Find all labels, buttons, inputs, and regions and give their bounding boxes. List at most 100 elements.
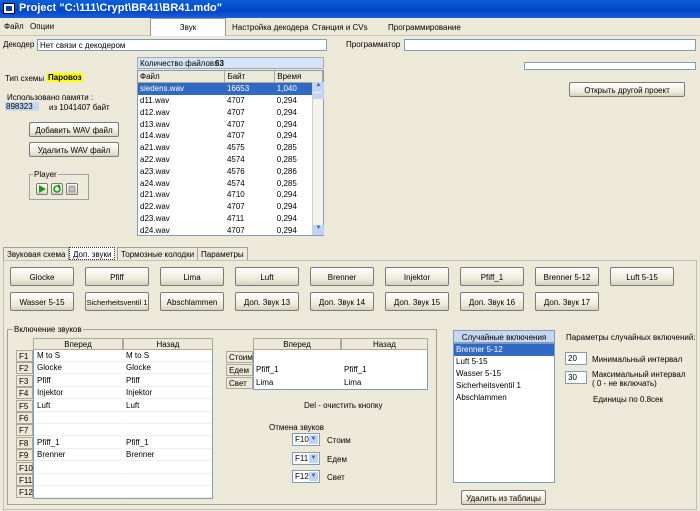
stop-button[interactable] (66, 183, 78, 195)
sound-button-extra-14[interactable]: Доп. Звук 14 (310, 292, 374, 311)
table-row[interactable]: d23.wav 4711 0,294 (138, 213, 323, 225)
sound-button-wasser-5-15[interactable]: Wasser 5-15 (10, 292, 74, 311)
menu-options[interactable]: Опции (30, 22, 54, 31)
table-row[interactable]: a24.wav 4574 0,285 (138, 177, 323, 189)
state-cell-back[interactable]: Lima (342, 377, 427, 389)
files-scrollbar[interactable]: ▲ ▼ (312, 82, 324, 235)
inclusion-cell-forward[interactable] (35, 486, 122, 499)
table-row[interactable]: d13.wav 4707 0,294 (138, 118, 323, 130)
table-row[interactable]: a23.wav 4576 0,286 (138, 165, 323, 177)
tab-sound[interactable]: Звук (150, 18, 226, 36)
subtab-extra-sounds[interactable]: Доп. звуки (69, 247, 116, 260)
cancel-select-go[interactable]: F11 (292, 452, 320, 465)
random-list[interactable]: Brenner 5-12 Luft 5-15 Wasser 5-15 Siche… (453, 343, 555, 483)
list-item[interactable]: Luft 5-15 (454, 356, 554, 368)
max-interval-input[interactable]: 30 (565, 371, 587, 384)
tab-programming[interactable]: Программирование (388, 23, 461, 32)
list-item[interactable]: Abschlammen (454, 392, 554, 404)
table-row[interactable]: d14.wav 4707 0,294 (138, 130, 323, 142)
subtab-params[interactable]: Параметры (197, 247, 248, 260)
state-cell-forward[interactable] (254, 351, 340, 363)
list-item[interactable]: Wasser 5-15 (454, 368, 554, 380)
files-header-name[interactable]: Файл (138, 71, 226, 84)
inclusion-cell-forward[interactable]: Pfiff (35, 375, 122, 387)
table-row[interactable]: siedens.wav 16653 1,040 (138, 82, 323, 95)
list-item[interactable]: Brenner 5-12 (454, 344, 554, 356)
sound-button-pfiff[interactable]: Pfiff (85, 267, 149, 286)
subtab-brakes[interactable]: Тормозные колодки (117, 247, 199, 260)
inclusion-cell-forward[interactable] (35, 474, 122, 486)
sound-button-pfiff-1[interactable]: Pfiff_1 (460, 267, 524, 286)
tab-station-cvs[interactable]: Станция и CVs (312, 23, 368, 32)
inclusion-cell-back[interactable]: Glocke (124, 362, 212, 375)
inclusion-header-forward: Вперед (33, 338, 123, 350)
inclusion-cell-back[interactable]: Injektor (124, 387, 212, 400)
inclusion-cell-forward[interactable]: Glocke (35, 362, 122, 375)
min-interval-input[interactable]: 20 (565, 352, 587, 365)
inclusion-cell-back[interactable] (124, 486, 212, 499)
inclusion-cell-forward[interactable]: Pfiff_1 (35, 437, 122, 449)
sound-button-extra-15[interactable]: Доп. Звук 15 (385, 292, 449, 311)
open-project-button[interactable]: Открыть другой проект (569, 82, 685, 97)
play-icon (39, 185, 46, 193)
table-row[interactable]: d11.wav 4707 0,294 (138, 95, 323, 107)
sound-button-brenner[interactable]: Brenner (310, 267, 374, 286)
inclusion-cell-forward[interactable]: Brenner (35, 449, 122, 462)
memory-used: 898323 (5, 102, 39, 111)
scroll-down-icon[interactable]: ▼ (313, 225, 324, 235)
table-row[interactable]: a22.wav 4574 0,285 (138, 154, 323, 166)
units-note: Единицы по 0.8сек (593, 395, 663, 404)
table-row[interactable]: a21.wav 4575 0,285 (138, 142, 323, 154)
tab-decoder-settings[interactable]: Настройка декодера (232, 23, 309, 32)
table-row[interactable]: d12.wav 4707 0,294 (138, 106, 323, 118)
sound-button-extra-17[interactable]: Доп. Звук 17 (535, 292, 599, 311)
play-button[interactable] (36, 183, 48, 195)
sound-button-glocke[interactable]: Glocke (10, 267, 74, 286)
add-wav-button[interactable]: Добавить WAV файл (29, 122, 119, 137)
inclusion-cell-forward[interactable] (35, 462, 122, 474)
sound-button-extra-13[interactable]: Доп. Звук 13 (235, 292, 299, 311)
inclusion-cell-back[interactable]: Pfiff_1 (124, 437, 212, 449)
scroll-thumb[interactable] (313, 93, 324, 99)
sound-button-luft[interactable]: Luft (235, 267, 299, 286)
sound-button-injektor[interactable]: Injektor (385, 267, 449, 286)
scroll-up-icon[interactable]: ▲ (313, 82, 324, 92)
sound-button-sicherheitsventil[interactable]: Sicherheitsventil 1 (85, 292, 149, 311)
sound-button-extra-16[interactable]: Доп. Звук 16 (460, 292, 524, 311)
inclusion-cell-back[interactable] (124, 474, 212, 486)
table-row[interactable]: d22.wav 4707 0,294 (138, 201, 323, 213)
cancel-select-light[interactable]: F12 (292, 470, 320, 483)
inclusion-cell-forward[interactable] (35, 412, 122, 424)
state-cell-forward[interactable]: Pfiff_1 (254, 364, 340, 376)
delete-wav-button[interactable]: Удалить WAV файл (29, 142, 119, 157)
inclusion-cell-forward[interactable]: Luft (35, 400, 122, 412)
inclusion-cell-back[interactable]: Brenner (124, 449, 212, 462)
sound-button-brenner-5-12[interactable]: Brenner 5-12 (535, 267, 599, 286)
decoder-field[interactable]: Нет связи с декодером (37, 39, 327, 51)
sound-button-lima[interactable]: Lima (160, 267, 224, 286)
menu-file[interactable]: Файл (4, 22, 24, 31)
state-cell-forward[interactable]: Lima (254, 377, 340, 389)
list-item[interactable]: Sicherheitsventil 1 (454, 380, 554, 392)
table-row[interactable]: d24.wav 4707 0,294 (138, 224, 323, 236)
inclusion-cell-back[interactable]: M to S (124, 350, 212, 362)
inclusion-cell-back[interactable] (124, 412, 212, 424)
table-row[interactable]: d21.wav 4710 0,294 (138, 189, 323, 201)
sound-button-luft-5-15[interactable]: Luft 5-15 (610, 267, 674, 286)
delete-from-table-button[interactable]: Удалить из таблицы (461, 490, 546, 505)
inclusion-cell-back[interactable]: Pfiff (124, 375, 212, 387)
inclusion-cell-back[interactable]: Luft (124, 400, 212, 412)
inclusion-cell-forward[interactable] (35, 424, 122, 437)
state-cell-back[interactable]: Pfiff_1 (342, 364, 427, 376)
inclusion-cell-back[interactable] (124, 424, 212, 437)
files-header-bytes[interactable]: Байт (224, 71, 276, 84)
cancel-select-stop[interactable]: F10 (292, 433, 320, 446)
state-cell-back[interactable] (342, 351, 427, 363)
loop-button[interactable] (51, 183, 63, 195)
inclusion-cell-back[interactable] (124, 462, 212, 474)
subtab-scheme[interactable]: Звуковая схема (3, 247, 70, 260)
sound-button-abschlammen[interactable]: Abschlammen (160, 292, 224, 311)
programmer-field[interactable] (404, 39, 696, 51)
inclusion-cell-forward[interactable]: M to S (35, 350, 122, 362)
inclusion-cell-forward[interactable]: Injektor (35, 387, 122, 400)
